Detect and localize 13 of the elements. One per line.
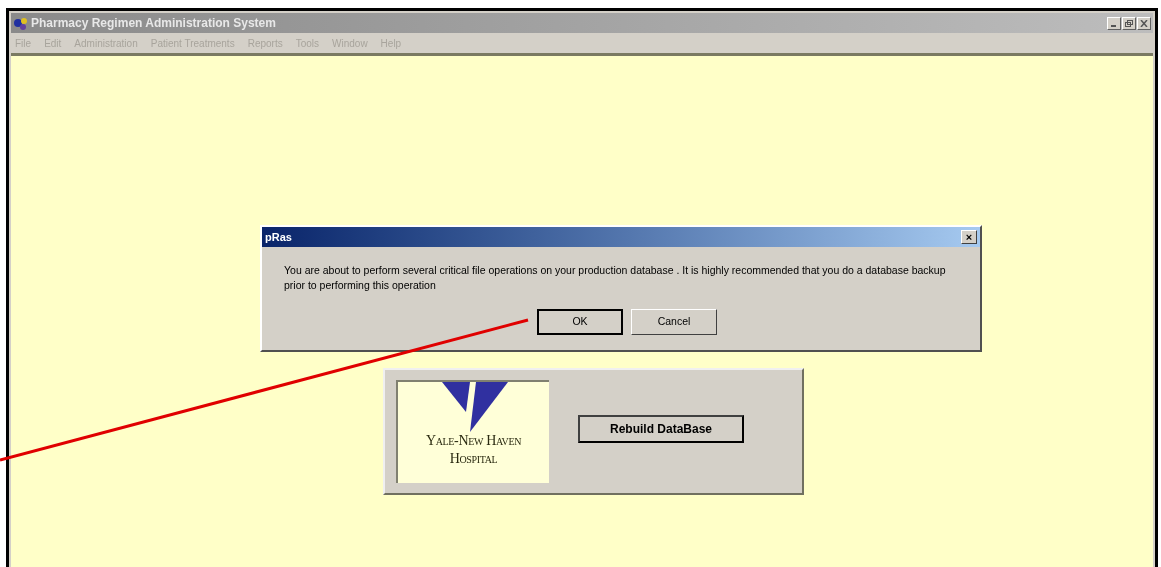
app-icon [13,15,29,31]
logo-text: Yale-New Haven [425,432,522,450]
window-title: Pharmacy Regimen Administration System [31,15,276,32]
rebuild-database-button[interactable]: Rebuild DataBase [578,414,744,443]
close-button[interactable]: × [961,230,977,244]
dialog-button[interactable]: Cancel [631,309,717,335]
close-icon[interactable] [1137,16,1151,30]
dialog-button[interactable]: OK [537,309,623,335]
restore-icon[interactable] [1122,16,1136,30]
dialog-message: You are about to perform several critical file operations on your production database . It is highly recommended that you do a database backup prior to performing this operation [284,263,947,293]
minimize-icon[interactable] [1107,16,1121,30]
dialog-title: pRas [265,229,292,245]
logo-text: Hospital [449,450,498,468]
